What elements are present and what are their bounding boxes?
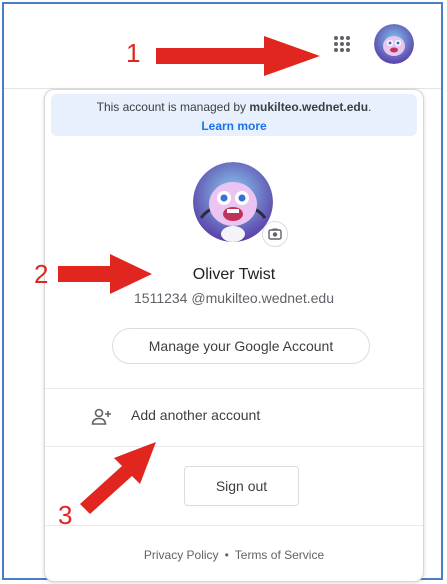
apps-grid-icon[interactable] (330, 32, 354, 56)
add-account-label: Add another account (131, 407, 261, 423)
manage-account-button[interactable]: Manage your Google Account (112, 328, 370, 364)
profile-avatar (193, 162, 273, 242)
arrow-right-icon (58, 254, 152, 294)
add-person-icon (91, 408, 111, 425)
managed-banner-text: This account is managed by (96, 100, 250, 114)
footer-links: Privacy Policy • Terms of Service (45, 548, 423, 562)
managed-domain: mukilteo.wednet.edu (249, 100, 369, 114)
avatar-icon (193, 162, 273, 242)
change-photo-button[interactable] (262, 221, 288, 247)
managed-banner-period: . (368, 100, 372, 114)
avatar-icon (374, 24, 414, 64)
learn-more-link[interactable]: Learn more (51, 119, 417, 133)
privacy-policy-link[interactable]: Privacy Policy (144, 548, 219, 562)
footer-separator: • (224, 548, 229, 562)
camera-icon (268, 228, 282, 240)
callout-number-2: 2 (34, 259, 49, 289)
callout-number-3: 3 (58, 500, 73, 530)
managed-account-banner: This account is managed by mukilteo.wedn… (51, 94, 417, 136)
sign-out-button[interactable]: Sign out (184, 466, 299, 506)
divider (45, 525, 423, 526)
window-frame: 1 This account is managed by mukilteo.we… (2, 2, 443, 582)
arrow-right-icon (156, 36, 320, 76)
account-avatar-button[interactable] (374, 24, 414, 64)
callout-number-1: 1 (126, 38, 141, 68)
terms-of-service-link[interactable]: Terms of Service (235, 548, 324, 562)
arrow-up-right-icon (80, 442, 156, 514)
